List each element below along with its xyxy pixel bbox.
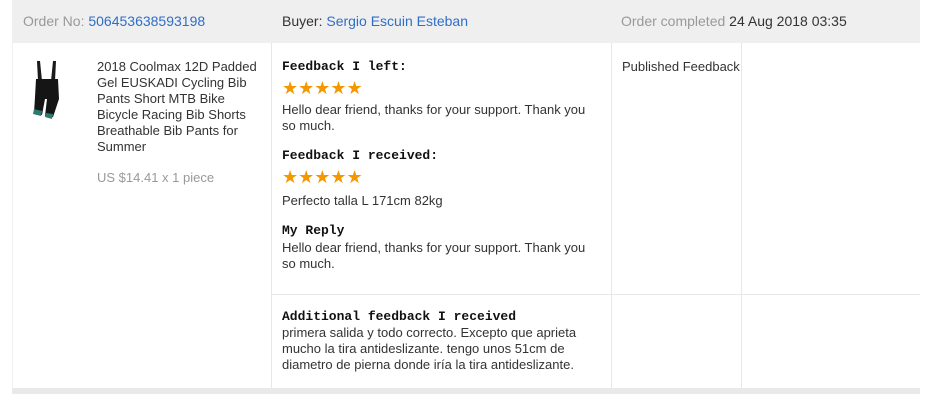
additional-feedback-text: primera salida y todo correcto. Excepto … — [282, 325, 577, 372]
column-divider — [271, 43, 272, 388]
order-status: Order completed 24 Aug 2018 03:35 — [621, 13, 847, 29]
order-number-label: Order No: — [23, 13, 85, 29]
reply-text: Hello dear friend, thanks for your suppo… — [282, 240, 586, 271]
column-divider — [611, 43, 612, 388]
order-header: Order No: 506453638593198 Buyer: Sergio … — [12, 0, 920, 43]
order-body: 2018 Coolmax 12D Padded Gel EUSKADI Cycl… — [12, 43, 920, 388]
feedback-column: Feedback I left: ★★★★★ Hello dear friend… — [282, 59, 600, 272]
additional-feedback-title: Additional feedback I received — [282, 309, 517, 324]
feedback-left-stars-icon: ★★★★★ — [282, 78, 363, 98]
feedback-received-stars-icon: ★★★★★ — [282, 167, 363, 187]
order-status-label: Order completed — [621, 13, 726, 29]
product-price: US $14.41 x 1 piece — [97, 170, 215, 185]
buyer-label: Buyer: — [282, 13, 323, 29]
order-completed-date: 24 Aug 2018 03:35 — [729, 13, 847, 29]
buyer-info: Buyer: Sergio Escuin Esteban — [282, 13, 468, 29]
order-number: Order No: 506453638593198 — [23, 13, 205, 29]
order-number-link[interactable]: 506453638593198 — [88, 13, 205, 29]
product-thumbnail-image[interactable] — [23, 59, 71, 123]
feedback-left-title: Feedback I left: — [282, 59, 407, 74]
column-divider — [741, 43, 742, 388]
buyer-name-link[interactable]: Sergio Escuin Esteban — [326, 13, 468, 29]
row-divider — [271, 294, 920, 295]
product-title-link[interactable]: 2018 Coolmax 12D Padded Gel EUSKADI Cycl… — [97, 59, 267, 155]
feedback-received-text: Perfecto talla L 171cm 82kg — [282, 193, 443, 208]
feedback-received-title: Feedback I received: — [282, 148, 439, 163]
feedback-left-text: Hello dear friend, thanks for your suppo… — [282, 102, 586, 133]
bottom-separator — [12, 388, 920, 394]
reply-title: My Reply — [282, 223, 345, 238]
additional-feedback: Additional feedback I received primera s… — [282, 309, 600, 373]
feedback-status: Published Feedback — [622, 59, 740, 74]
